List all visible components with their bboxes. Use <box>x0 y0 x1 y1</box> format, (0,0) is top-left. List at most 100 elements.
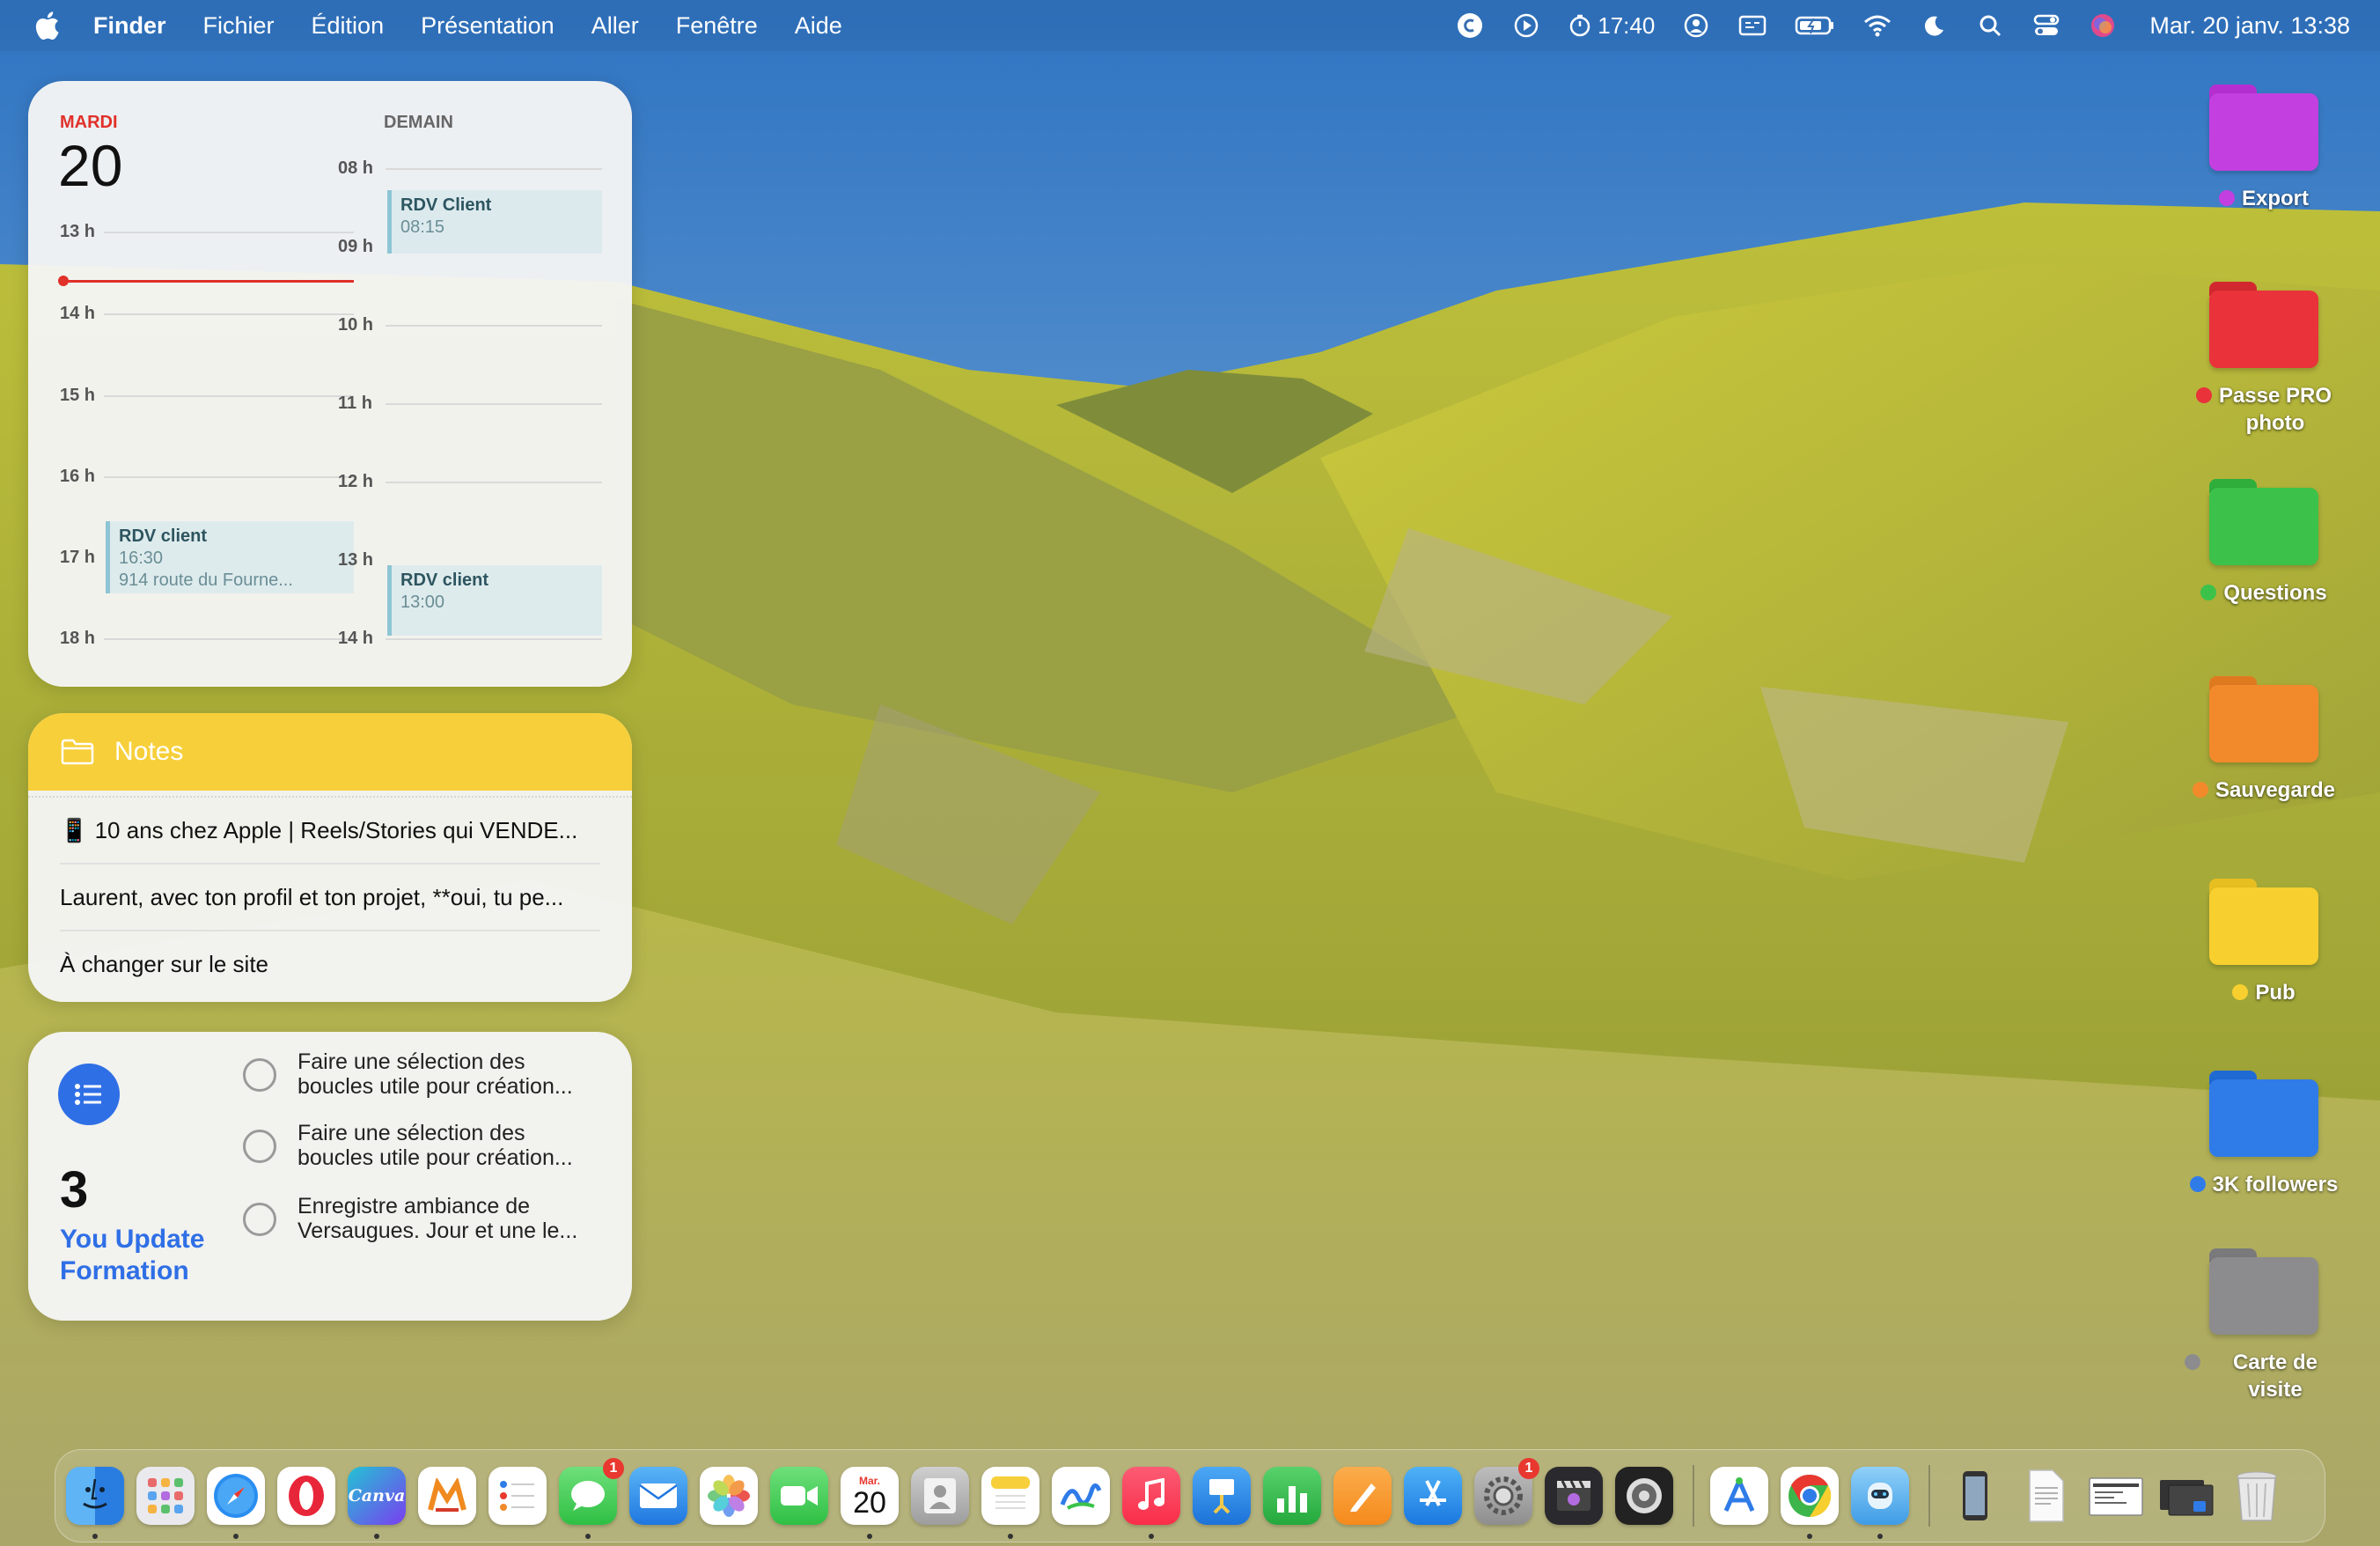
folder-label: Export <box>2218 185 2309 212</box>
menu-finder[interactable]: Finder <box>93 12 166 40</box>
event-rdv-client-tomorrow-morning[interactable]: RDV Client 08:15 <box>387 190 602 254</box>
search-icon[interactable] <box>1975 11 2005 40</box>
imovie-icon[interactable] <box>1545 1467 1603 1525</box>
opera-icon[interactable] <box>277 1467 335 1525</box>
desktop-folder-carte-de-visite[interactable]: Carte de visite <box>2185 1248 2343 1403</box>
current-time-line <box>63 280 354 283</box>
screenshot-icon[interactable] <box>2087 1467 2145 1525</box>
event-title: RDV Client <box>400 195 492 215</box>
numbers-icon[interactable] <box>1263 1467 1321 1525</box>
photos-icon[interactable] <box>700 1467 758 1525</box>
hour-label: 09 h <box>338 237 374 256</box>
notes-widget[interactable]: Notes 📱 10 ans chez Apple | Reels/Storie… <box>28 713 632 1002</box>
note-item[interactable]: Laurent, avec ton profil et ton projet, … <box>60 865 600 931</box>
event-rdv-client-today[interactable]: RDV client 16:30 914 route du Fourne... <box>106 521 354 593</box>
hour-line <box>386 482 602 483</box>
play-icon[interactable] <box>1511 11 1541 40</box>
desktop-folder-pub[interactable]: Pub <box>2185 879 2343 1006</box>
compressor-icon[interactable] <box>1615 1467 1673 1525</box>
reminders-widget[interactable]: 3 You Update Formation Faire une sélecti… <box>28 1032 632 1321</box>
desktop-folder-questions[interactable]: Questions <box>2185 479 2343 607</box>
settings-icon[interactable]: 1 <box>1474 1458 1539 1525</box>
reminder-checkbox[interactable] <box>243 1203 276 1236</box>
calendar-icon[interactable]: Mar. 20 <box>841 1467 899 1539</box>
folder-name-line: photo <box>2245 411 2305 435</box>
hour-label: 12 h <box>338 472 374 491</box>
calendar-widget[interactable]: MARDI 20 DEMAIN 13 h 14 h 15 h 16 h 17 h… <box>28 81 632 687</box>
folder-name: Passe PRO photo <box>2219 382 2332 437</box>
mirror-icon[interactable] <box>418 1467 476 1525</box>
status-area: 17:40 Mar. 20 janv. 13:38 <box>1455 0 2350 51</box>
notes-icon[interactable] <box>981 1467 1039 1539</box>
apple-menu-icon[interactable] <box>33 11 69 40</box>
reminder-checkbox[interactable] <box>243 1130 276 1163</box>
freeform-icon[interactable] <box>1052 1467 1110 1525</box>
hour-label: 16 h <box>60 467 96 486</box>
running-indicator <box>374 1534 379 1539</box>
notes-header[interactable]: Notes <box>28 713 632 791</box>
launchpad-icon[interactable] <box>136 1467 195 1525</box>
hour-line <box>104 232 354 233</box>
facetime-icon[interactable] <box>770 1467 828 1525</box>
reminder-text: Enregistre ambiance de <box>298 1194 531 1218</box>
event-rdv-client-tomorrow-noon[interactable]: RDV client 13:00 <box>387 565 602 636</box>
mail-icon[interactable] <box>629 1467 687 1525</box>
chrome-icon[interactable] <box>1781 1467 1839 1539</box>
recent-file-icon[interactable] <box>1946 1467 2004 1525</box>
menu-aller[interactable]: Aller <box>591 12 639 40</box>
pages-icon[interactable] <box>1333 1467 1392 1525</box>
keynote-icon[interactable] <box>1193 1467 1251 1525</box>
menubar-clock[interactable]: Mar. 20 janv. 13:38 <box>2149 12 2350 40</box>
menu-aide[interactable]: Aide <box>795 12 842 40</box>
window-stack-icon[interactable] <box>2157 1467 2215 1525</box>
folder-icon <box>2209 676 2318 762</box>
contacts-icon[interactable] <box>911 1467 969 1525</box>
altstore-icon[interactable] <box>1710 1467 1768 1525</box>
desktop-folder-sauvegarde[interactable]: Sauvegarde <box>2185 676 2343 804</box>
folder-name-line: Passe PRO <box>2218 384 2332 408</box>
trash-icon[interactable] <box>2228 1467 2286 1525</box>
reminder-text: boucles utile pour création... <box>298 1074 573 1099</box>
desktop-folder-3k-followers[interactable]: 3K followers <box>2185 1071 2343 1198</box>
moon-icon[interactable] <box>1919 11 1949 40</box>
folder-label: 3K followers <box>2189 1171 2338 1198</box>
note-item[interactable]: À changer sur le site <box>60 931 600 997</box>
menu-fenetre[interactable]: Fenêtre <box>676 12 758 40</box>
folder-label: Sauvegarde <box>2192 777 2335 804</box>
menu-edition[interactable]: Édition <box>312 12 385 40</box>
reminder-item[interactable]: Faire une sélection des boucles utile pou… <box>243 1049 613 1099</box>
finder-icon[interactable] <box>66 1467 124 1539</box>
note-item[interactable]: 📱 10 ans chez Apple | Reels/Stories qui … <box>60 798 600 865</box>
caption-icon[interactable] <box>1737 11 1767 40</box>
c-icon[interactable] <box>1455 11 1485 40</box>
folder-icon <box>2209 479 2318 565</box>
desktop-folder-export[interactable]: Export <box>2185 85 2343 212</box>
pdf-doc-icon[interactable] <box>2016 1467 2075 1525</box>
dock-separator <box>1693 1465 1694 1527</box>
control-center-icon[interactable] <box>2031 11 2061 40</box>
messages-icon[interactable]: 1 <box>559 1458 624 1539</box>
safari-icon[interactable] <box>207 1467 265 1539</box>
siri-icon[interactable] <box>2088 11 2118 40</box>
reminder-item[interactable]: Faire une sélection des boucles utile pou… <box>243 1121 613 1170</box>
event-time: 08:15 <box>400 217 445 237</box>
battery-icon[interactable] <box>1794 11 1836 40</box>
today-number: 20 <box>58 133 123 198</box>
reminders-icon[interactable] <box>488 1467 547 1525</box>
hour-line <box>104 638 354 640</box>
canva-icon[interactable]: Canva <box>348 1467 406 1539</box>
folder-name: Export <box>2241 187 2309 210</box>
menu-presentation[interactable]: Présentation <box>421 12 555 40</box>
reminder-checkbox[interactable] <box>243 1058 276 1092</box>
reminder-item[interactable]: Enregistre ambiance de Versaugues. Jour e… <box>243 1194 613 1243</box>
timer-status[interactable]: 17:40 <box>1568 12 1655 40</box>
music-icon[interactable] <box>1122 1467 1180 1539</box>
dock: Canva 1 Mar. 20 1 <box>55 1449 2325 1542</box>
account-icon[interactable] <box>1681 11 1711 40</box>
hour-label: 08 h <box>338 158 374 178</box>
menu-fichier[interactable]: Fichier <box>203 12 275 40</box>
desktop-folder-passe-pro-photo[interactable]: Passe PRO photo <box>2185 282 2343 437</box>
wifi-icon[interactable] <box>1862 11 1892 40</box>
bot-icon[interactable] <box>1851 1467 1909 1539</box>
appstore-icon[interactable] <box>1404 1467 1462 1525</box>
